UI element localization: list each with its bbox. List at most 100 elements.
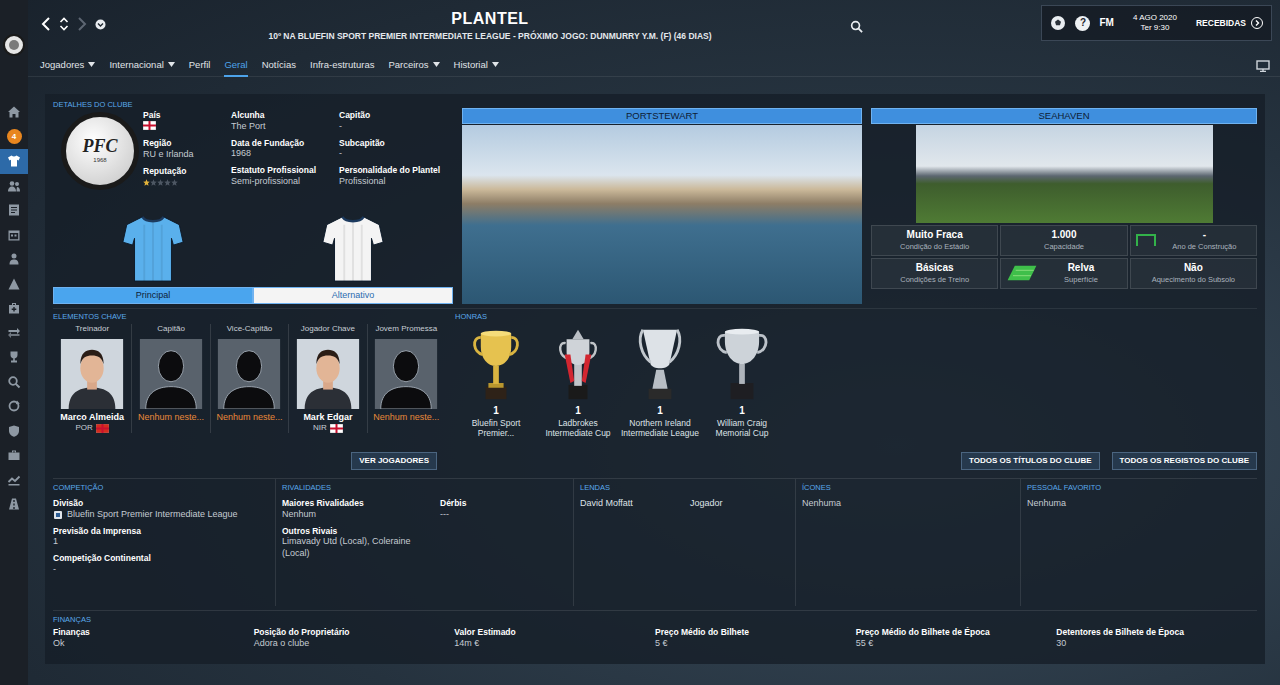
tab-label[interactable]: Perfil — [189, 59, 211, 71]
field-value: - — [339, 121, 453, 133]
tab-bar: Jogadores Internacional Perfil Geral Notícia… — [28, 55, 1280, 77]
help-button[interactable]: ? — [1075, 16, 1090, 31]
section-heading: ÍCONES — [802, 483, 1014, 493]
sidebar-item[interactable] — [0, 443, 28, 468]
person-name[interactable]: Mark Edgar — [303, 412, 352, 423]
sidebar-item[interactable] — [0, 370, 28, 395]
finance-field: Preço Médio do Bilhete5 € — [655, 627, 856, 650]
stat-label: Condições de Treino — [876, 275, 993, 284]
tab-label[interactable]: Parceiros — [388, 59, 428, 71]
city-header: PORTSTEWART — [462, 108, 862, 124]
person-card[interactable]: Jovem Promessa Nenhum neste... — [367, 324, 445, 433]
person-card[interactable]: TreinadorMarco AlmeidaPOR — [53, 324, 131, 433]
kit-tab[interactable]: Principal — [53, 287, 253, 304]
forward-arrow-icon[interactable] — [76, 16, 88, 32]
tab-label[interactable]: Internacional — [109, 59, 163, 71]
sidebar-item[interactable] — [0, 100, 28, 125]
goal-icon — [1135, 233, 1157, 247]
field-value-row: Bluefin Sport Premier Intermediate Leagu… — [53, 509, 269, 521]
club-field: RegiãoRU e Irlanda — [143, 138, 223, 161]
sidebar-item[interactable] — [0, 345, 28, 370]
person-name[interactable]: Nenhum neste... — [216, 412, 282, 423]
trophy-item[interactable]: 1William Craig Memorial Cup — [701, 322, 783, 474]
squad-icon — [7, 154, 21, 168]
sidebar-item[interactable] — [0, 174, 28, 199]
tab-label[interactable]: Notícias — [262, 59, 296, 71]
rivalry-field: Dérbis--- — [440, 498, 567, 521]
inbox-button[interactable]: RECEBIDAS — [1196, 17, 1263, 29]
development-icon — [7, 399, 21, 413]
kit-tab[interactable]: Alternativo — [253, 287, 453, 304]
stat-label: Aquecimento do Subsolo — [1135, 275, 1252, 284]
fm-logo[interactable]: FM — [1099, 17, 1113, 30]
road-icon — [7, 497, 21, 511]
person-card[interactable]: Jogador ChaveMark EdgarNIR — [288, 324, 366, 433]
tab-label[interactable]: Geral — [224, 59, 247, 71]
sidebar-item[interactable] — [0, 296, 28, 321]
title-block: PLANTEL10º NA BLUEFIN SPORT PREMIER INTE… — [130, 6, 850, 42]
section-heading: LENDAS — [580, 483, 789, 493]
competition: COMPETIÇÃODivisãoBluefin Sport Premier I… — [53, 479, 275, 606]
inbox-label[interactable]: RECEBIDAS — [1196, 18, 1246, 29]
tab-label[interactable]: Jogadores — [40, 59, 84, 71]
trophy-item[interactable]: 1Bluefin Sport Premier... — [455, 322, 537, 474]
field-value: Bluefin Sport Premier Intermediate Leagu… — [67, 509, 238, 520]
person-name[interactable]: Marco Almeida — [60, 412, 124, 423]
back-arrow-icon[interactable] — [40, 16, 52, 32]
tab-label[interactable]: Infra-estruturas — [310, 59, 374, 71]
time: Ter 9:30 — [1133, 23, 1177, 33]
person-card[interactable]: CapitãoNenhum neste... — [131, 324, 209, 433]
field-label: Data de Fundação — [231, 138, 331, 149]
sidebar-item[interactable] — [0, 468, 28, 493]
sidebar-item[interactable] — [0, 321, 28, 346]
notification-badge[interactable]: 4 — [7, 129, 22, 144]
stadium-panel: SEAHAVENMuito FracaCondição do Estádio1.… — [871, 100, 1257, 304]
nav-tab[interactable]: Internacional — [109, 55, 174, 77]
trophy-item[interactable]: 1Ladbrokes Intermediate Cup — [537, 322, 619, 474]
stadium-stat: 1.000Capacidade — [1000, 225, 1127, 256]
nationality: NIR — [313, 423, 343, 433]
club-fields: PaísRegiãoRU e IrlandaReputaçãoAlcunhaTh… — [143, 110, 453, 190]
sidebar-item[interactable] — [0, 247, 28, 272]
person-name[interactable]: Nenhum neste... — [138, 412, 204, 423]
trophy-item[interactable]: 1Northern Ireland Intermediate League — [619, 322, 701, 474]
view-players-button[interactable]: VER JOGADORES — [351, 452, 437, 470]
field-label: Previsão da Imprensa — [53, 526, 269, 537]
honours-button[interactable]: TODOS OS REGISTOS DO CLUBE — [1112, 452, 1258, 470]
nav-tab[interactable]: Perfil — [189, 55, 211, 77]
search[interactable] — [850, 20, 863, 36]
legend-name[interactable]: David Moffatt — [580, 498, 690, 509]
field-value-row: - — [53, 564, 269, 576]
person-name[interactable]: Nenhum neste... — [373, 412, 439, 423]
sidebar-item[interactable] — [0, 492, 28, 517]
nav-tab[interactable]: Geral — [224, 55, 247, 77]
nav-tab[interactable]: Notícias — [262, 55, 296, 77]
role-label: Jovem Promessa — [375, 324, 437, 335]
legend-row[interactable]: David MoffattJogador — [580, 498, 789, 509]
stat-text: NãoAquecimento do Subsolo — [1135, 262, 1252, 284]
sidebar-item[interactable]: 4 — [0, 125, 28, 150]
nav-tab[interactable]: Infra-estruturas — [310, 55, 374, 77]
sidebar-item[interactable] — [0, 149, 28, 174]
flag-icon — [96, 424, 109, 433]
app: 4 PLANTEL10º NA BLUEFIN SPORT PREMIER IN… — [0, 0, 1280, 685]
finance-field: FinançasOk — [53, 627, 254, 650]
tab-label[interactable]: Historial — [454, 59, 488, 71]
nav-tab[interactable]: Parceiros — [388, 55, 439, 77]
field-column: AlcunhaThe PortData de Fundação1968Estat… — [231, 110, 331, 190]
finance-field: Posição do ProprietárioAdora o clube — [254, 627, 455, 650]
trophy-name: William Craig Memorial Cup — [701, 418, 783, 439]
honours-button[interactable]: TODOS OS TÍTULOS DO CLUBE — [961, 452, 1100, 470]
sidebar-item[interactable] — [0, 419, 28, 444]
sidebar-item[interactable] — [0, 223, 28, 248]
sidebar-item[interactable] — [0, 394, 28, 419]
nav-tab[interactable]: Historial — [454, 55, 499, 77]
sidebar-item[interactable] — [0, 198, 28, 223]
report-icon — [7, 203, 21, 217]
nav-tab[interactable]: Jogadores — [40, 55, 95, 77]
sidebar-item[interactable] — [0, 272, 28, 297]
stat-label: Capacidade — [1005, 242, 1122, 251]
shirt-icon — [322, 213, 384, 283]
person-card[interactable]: Vice-CapitãoNenhum neste... — [210, 324, 288, 433]
rivalry-fields: Maiores RivalidadesNenhumDérbis---Outros… — [282, 493, 567, 559]
